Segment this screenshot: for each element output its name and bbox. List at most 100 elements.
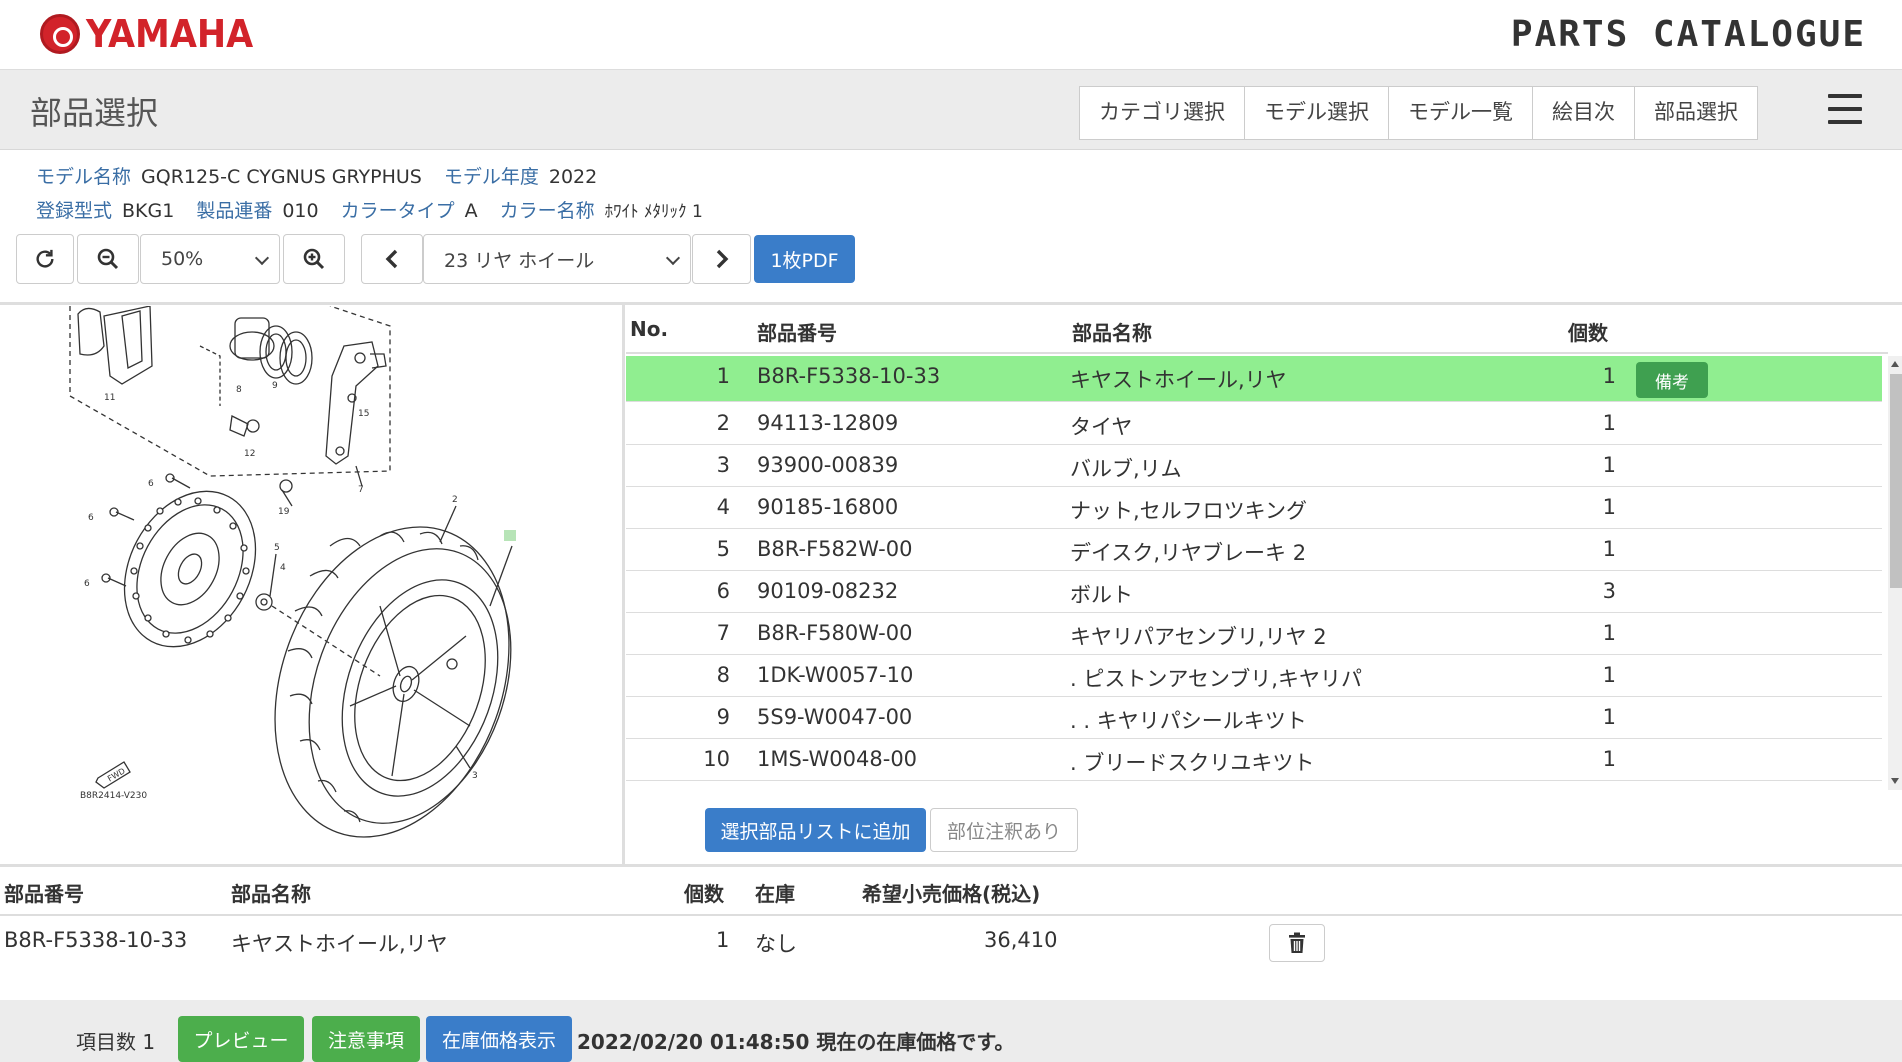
col-part-number: 部品番号 xyxy=(757,321,837,345)
table-row[interactable]: 2 94113-12809 タイヤ 1 xyxy=(626,403,1882,445)
callout: 2 xyxy=(452,495,458,505)
parts-scrollbar[interactable] xyxy=(1888,356,1902,790)
row-qty: 1 xyxy=(1602,747,1616,771)
single-page-pdf-button[interactable]: 1枚PDF xyxy=(754,235,855,283)
model-name-label: モデル名称 xyxy=(36,166,132,188)
table-row[interactable]: 4 90185-16800 ナット,セルフロツキング 1 xyxy=(626,487,1882,529)
table-row[interactable]: 7 B8R-F580W-00 キヤリパアセンブリ,リヤ 2 1 xyxy=(626,613,1882,655)
table-row[interactable]: 10 1MS-W0048-00 . ブリードスクリユキツト 1 xyxy=(626,739,1882,781)
row-part-number: 94113-12809 xyxy=(757,411,899,435)
parts-diagram[interactable]: 11 8 9 15 12 7 6 19 2 1 6 5 6 4 3 FWD B8… xyxy=(0,306,622,864)
yamaha-logo[interactable]: YAMAHA xyxy=(40,12,268,56)
row-part-number: 93900-00839 xyxy=(757,453,899,477)
reg-type: BKG1 xyxy=(122,200,175,222)
figure-select[interactable]: 23 リヤ ホイール xyxy=(423,234,691,284)
chevron-right-icon xyxy=(716,249,728,269)
brand-name: YAMAHA xyxy=(86,12,254,56)
parts-table-header: No. 部品番号 部品名称 個数 xyxy=(626,306,1888,354)
stock-price-message: 2022/02/20 01:48:50 現在の在庫価格です。 xyxy=(577,1030,1015,1054)
table-row[interactable]: 1 B8R-F5338-10-33 キヤストホイール,リヤ 1 備考 xyxy=(626,356,1882,402)
row-part-name: ナット,セルフロツキング xyxy=(1070,499,1308,523)
nav-figure-index[interactable]: 絵目次 xyxy=(1533,87,1635,139)
row-qty: 1 xyxy=(1602,537,1616,561)
row-part-number: B8R-F5338-10-33 xyxy=(757,364,941,388)
table-row[interactable]: 3 93900-00839 バルブ,リム 1 xyxy=(626,445,1882,487)
callout: 5 xyxy=(274,543,280,553)
parts-catalogue-title: PARTS CATALOGUE xyxy=(1510,14,1866,55)
chevron-down-icon xyxy=(665,250,681,266)
divider xyxy=(0,864,1902,867)
row-no: 1 xyxy=(716,364,730,388)
scroll-thumb[interactable] xyxy=(1890,374,1902,588)
color-type: A xyxy=(464,200,478,222)
row-no: 6 xyxy=(716,579,730,603)
row-qty: 1 xyxy=(1602,411,1616,435)
delete-row-button[interactable] xyxy=(1269,924,1325,962)
nav-category-select[interactable]: カテゴリ選択 xyxy=(1080,87,1245,139)
zoom-in-button[interactable] xyxy=(283,234,345,284)
scroll-up-icon[interactable] xyxy=(1891,361,1899,367)
row-qty: 1 xyxy=(1602,495,1616,519)
row-no: 10 xyxy=(703,747,730,771)
row-part-name: . ピストンアセンブリ,キヤリパ xyxy=(1070,667,1362,691)
table-row[interactable]: 5 B8R-F582W-00 デイスク,リヤブレーキ 2 1 xyxy=(626,529,1882,571)
footer-bar: 項目数 1 プレビュー 注意事項 在庫価格表示 2022/02/20 01:48… xyxy=(0,1000,1902,1062)
callout: 6 xyxy=(148,479,154,489)
col-price: 希望小売価格(税込) xyxy=(862,882,1041,906)
exploded-view-drawing: 11 8 9 15 12 7 6 19 2 1 6 5 6 4 3 FWD B8… xyxy=(69,306,516,838)
show-stock-price-button[interactable]: 在庫価格表示 xyxy=(426,1016,572,1062)
page-title: 部品選択 xyxy=(30,94,159,132)
position-annotation-button[interactable]: 部位注釈あり xyxy=(930,808,1078,852)
col-part-number: 部品番号 xyxy=(4,882,84,906)
pane-divider[interactable] xyxy=(622,304,625,866)
zoom-out-button[interactable] xyxy=(77,234,139,284)
zoom-out-icon xyxy=(97,248,119,270)
row-part-number: 1MS-W0048-00 xyxy=(757,747,918,771)
callout: 12 xyxy=(244,449,255,459)
row-part-number: B8R-F582W-00 xyxy=(757,537,913,561)
model-name: GQR125-C CYGNUS GRYPHUS xyxy=(141,166,422,188)
nav-part-select[interactable]: 部品選択 xyxy=(1635,87,1757,139)
row-qty: 1 xyxy=(1602,364,1616,388)
row-part-name: . . キヤリパシールキツト xyxy=(1070,709,1307,733)
callout: 8 xyxy=(236,385,242,395)
row-no: 2 xyxy=(716,411,730,435)
notice-button[interactable]: 注意事項 xyxy=(312,1016,420,1062)
row-part-number: 90109-08232 xyxy=(757,579,899,603)
zoom-select[interactable]: 50% xyxy=(140,234,280,284)
row-part-name: . ブリードスクリユキツト xyxy=(1070,751,1315,775)
title-bar: 部品選択 カテゴリ選択 モデル選択 モデル一覧 絵目次 部品選択 xyxy=(0,70,1902,150)
row-qty: 1 xyxy=(716,928,730,952)
scroll-down-icon[interactable] xyxy=(1891,778,1899,784)
model-info-line-2: 登録型式 BKG1 製品連番 010 カラータイプ A カラー名称 ﾎﾜｲﾄ ﾒﾀﾘｯｸ 1 xyxy=(36,196,725,223)
nav-model-select[interactable]: モデル選択 xyxy=(1245,87,1389,139)
table-row[interactable]: 9 5S9-W0047-00 . . キヤリパシールキツト 1 xyxy=(626,697,1882,739)
serial: 010 xyxy=(282,200,319,222)
callout-highlight xyxy=(504,530,516,541)
preview-button[interactable]: プレビュー xyxy=(178,1016,304,1062)
row-no: 4 xyxy=(716,495,730,519)
hamburger-menu-icon[interactable] xyxy=(1828,94,1862,124)
next-figure-button[interactable] xyxy=(692,234,751,284)
diagram-code: B8R2414-V230 xyxy=(80,791,147,801)
nav-tabs: カテゴリ選択 モデル選択 モデル一覧 絵目次 部品選択 xyxy=(1079,86,1758,140)
callout: 15 xyxy=(358,409,369,419)
color-name-label: カラー名称 xyxy=(499,200,595,222)
row-part-number: 1DK-W0057-10 xyxy=(757,663,914,687)
reset-button[interactable] xyxy=(16,234,74,284)
prev-figure-button[interactable] xyxy=(361,234,423,284)
row-stock: なし xyxy=(755,932,797,956)
add-to-selected-list-button[interactable]: 選択部品リストに追加 xyxy=(705,808,926,852)
table-row[interactable]: 8 1DK-W0057-10 . ピストンアセンブリ,キヤリパ 1 xyxy=(626,655,1882,697)
col-part-name: 部品名称 xyxy=(231,882,311,906)
model-info-line-1: モデル名称 GQR125-C CYGNUS GRYPHUS モデル年度 2022 xyxy=(36,162,619,189)
row-price: 36,410 xyxy=(984,928,1058,952)
row-no: 8 xyxy=(716,663,730,687)
refresh-icon xyxy=(36,249,54,268)
row-part-number: B8R-F580W-00 xyxy=(757,621,913,645)
remarks-button[interactable]: 備考 xyxy=(1636,362,1708,398)
row-qty: 1 xyxy=(1602,705,1616,729)
table-row[interactable]: 6 90109-08232 ボルト 3 xyxy=(626,571,1882,613)
row-no: 7 xyxy=(716,621,730,645)
nav-model-list[interactable]: モデル一覧 xyxy=(1389,87,1533,139)
